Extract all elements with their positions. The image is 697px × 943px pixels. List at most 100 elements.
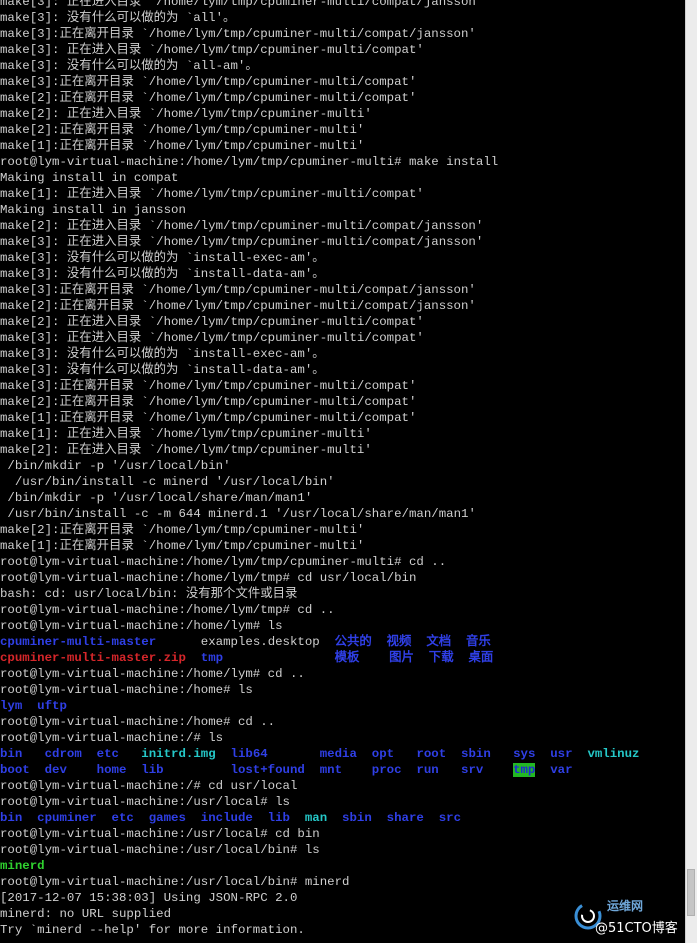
ls-entry: initrd.img: [141, 747, 216, 761]
terminal-line: root@lym-virtual-machine:/usr/local/bin#…: [0, 874, 686, 890]
ls-entry: 公共的 视频 文档 音乐: [334, 635, 491, 649]
terminal-line: root@lym-virtual-machine:/usr/local# ls: [0, 794, 686, 810]
terminal-line: make[3]: 正在进入目录 `/home/lym/tmp/cpuminer-…: [0, 42, 686, 58]
terminal-text: make[1]:正在离开目录 `/home/lym/tmp/cpuminer-m…: [0, 411, 417, 425]
terminal-text: root@lym-virtual-machine:/home/lym# ls: [0, 619, 283, 633]
terminal-line: root@lym-virtual-machine:/home/lym/tmp/c…: [0, 554, 686, 570]
terminal-line: root@lym-virtual-machine:/home/lym/tmp# …: [0, 602, 686, 618]
terminal-line: cpuminer-multi-master.zip tmp 模板 图片 下载 桌…: [0, 650, 686, 666]
terminal-line: /bin/mkdir -p '/usr/local/share/man/man1…: [0, 490, 686, 506]
terminal-text: root@lym-virtual-machine:/home/lym/tmp/c…: [0, 155, 499, 169]
terminal-line: make[3]:正在离开目录 `/home/lym/tmp/cpuminer-m…: [0, 26, 686, 42]
terminal-line: root@lym-virtual-machine:/home/lym# ls: [0, 618, 686, 634]
terminal-text: make[2]: 正在进入目录 `/home/lym/tmp/cpuminer-…: [0, 107, 372, 121]
ls-entry: cpuminer-multi-master: [0, 635, 157, 649]
terminal-text: make[2]:正在离开目录 `/home/lym/tmp/cpuminer-m…: [0, 91, 417, 105]
terminal-line: make[2]:正在离开目录 `/home/lym/tmp/cpuminer-m…: [0, 122, 686, 138]
terminal-text: make[3]: 正在进入目录 `/home/lym/tmp/cpuminer-…: [0, 235, 484, 249]
terminal-text: make[3]: 没有什么可以做的为 `all'。: [0, 11, 236, 25]
terminal-text: /bin/mkdir -p '/usr/local/bin': [0, 459, 231, 473]
terminal-text: make[3]: 没有什么可以做的为 `install-data-am'。: [0, 363, 325, 377]
terminal-line: make[1]:正在离开目录 `/home/lym/tmp/cpuminer-m…: [0, 538, 686, 554]
ls-entry: vmlinuz: [587, 747, 640, 761]
terminal-line: lym uftp: [0, 698, 686, 714]
terminal-line: Making install in jansson: [0, 202, 686, 218]
terminal-line: make[3]:正在离开目录 `/home/lym/tmp/cpuminer-m…: [0, 74, 686, 90]
terminal-text: make[2]: 正在进入目录 `/home/lym/tmp/cpuminer-…: [0, 219, 484, 233]
terminal-line: make[2]:正在离开目录 `/home/lym/tmp/cpuminer-m…: [0, 394, 686, 410]
terminal-text: root@lym-virtual-machine:/# cd usr/local: [0, 779, 298, 793]
terminal-text: make[2]:正在离开目录 `/home/lym/tmp/cpuminer-m…: [0, 123, 365, 137]
terminal-line: make[3]: 没有什么可以做的为 `install-data-am'。: [0, 362, 686, 378]
watermark-site: 运维网: [607, 899, 644, 913]
ls-entry: bin cpuminer etc games include lib: [0, 811, 305, 825]
terminal-line: root@lym-virtual-machine:/home# cd ..: [0, 714, 686, 730]
ls-entry: 模板 图片 下载 桌面: [334, 651, 494, 665]
ls-entry: tmp: [513, 763, 536, 777]
terminal-text: root@lym-virtual-machine:/home/lym/tmp# …: [0, 603, 335, 617]
terminal-line: root@lym-virtual-machine:/# ls: [0, 730, 686, 746]
terminal-line: root@lym-virtual-machine:/# cd usr/local: [0, 778, 686, 794]
terminal-line: make[3]: 没有什么可以做的为 `install-exec-am'。: [0, 346, 686, 362]
terminal-line: bash: cd: usr/local/bin: 没有那个文件或目录: [0, 586, 686, 602]
terminal-line: boot dev home lib lost+found mnt proc ru…: [0, 762, 686, 778]
terminal-text: make[2]: 正在进入目录 `/home/lym/tmp/cpuminer-…: [0, 315, 424, 329]
terminal-text: make[3]: 没有什么可以做的为 `install-data-am'。: [0, 267, 325, 281]
terminal-text: /usr/bin/install -c minerd '/usr/local/b…: [0, 475, 335, 489]
terminal-text: bash: cd: usr/local/bin: 没有那个文件或目录: [0, 587, 298, 601]
terminal-text: [2017-12-07 15:38:03] Using JSON-RPC 2.0: [0, 891, 298, 905]
terminal-line: make[1]: 正在进入目录 `/home/lym/tmp/cpuminer-…: [0, 186, 686, 202]
terminal-line: make[2]: 正在进入目录 `/home/lym/tmp/cpuminer-…: [0, 218, 686, 234]
terminal-text: Making install in jansson: [0, 203, 186, 217]
terminal-text: make[3]: 没有什么可以做的为 `all-am'。: [0, 59, 258, 73]
terminal-line: minerd: [0, 858, 686, 874]
terminal-line: bin cdrom etc initrd.img lib64 media opt…: [0, 746, 686, 762]
terminal-text: make[1]: 正在进入目录 `/home/lym/tmp/cpuminer-…: [0, 427, 372, 441]
vertical-scrollbar[interactable]: [685, 0, 697, 943]
terminal-line: make[1]:正在离开目录 `/home/lym/tmp/cpuminer-m…: [0, 138, 686, 154]
terminal-text: make[1]:正在离开目录 `/home/lym/tmp/cpuminer-m…: [0, 139, 365, 153]
terminal-text: make[2]:正在离开目录 `/home/lym/tmp/cpuminer-m…: [0, 395, 417, 409]
terminal-line: make[2]:正在离开目录 `/home/lym/tmp/cpuminer-m…: [0, 90, 686, 106]
terminal-text: root@lym-virtual-machine:/home/lym# cd .…: [0, 667, 305, 681]
terminal-text: /usr/bin/install -c -m 644 minerd.1 '/us…: [0, 507, 476, 521]
terminal-line: make[3]: 正在进入目录 `/home/lym/tmp/cpuminer-…: [0, 330, 686, 346]
terminal-text: make[2]:正在离开目录 `/home/lym/tmp/cpuminer-m…: [0, 523, 365, 537]
terminal-text: make[3]:正在离开目录 `/home/lym/tmp/cpuminer-m…: [0, 379, 417, 393]
terminal-line: /bin/mkdir -p '/usr/local/bin': [0, 458, 686, 474]
ls-entry: man: [304, 811, 328, 825]
terminal-text: root@lym-virtual-machine:/usr/local# ls: [0, 795, 290, 809]
terminal-text: make[3]:正在离开目录 `/home/lym/tmp/cpuminer-m…: [0, 283, 476, 297]
terminal-line: make[3]: 没有什么可以做的为 `install-data-am'。: [0, 266, 686, 282]
terminal-line: make[3]:正在离开目录 `/home/lym/tmp/cpuminer-m…: [0, 282, 686, 298]
terminal-line: Making install in compat: [0, 170, 686, 186]
ls-entry: bin cdrom etc: [0, 747, 142, 761]
terminal-line: make[3]:正在离开目录 `/home/lym/tmp/cpuminer-m…: [0, 378, 686, 394]
terminal-text: root@lym-virtual-machine:/usr/local# cd …: [0, 827, 320, 841]
terminal-line: make[2]:正在离开目录 `/home/lym/tmp/cpuminer-m…: [0, 298, 686, 314]
terminal-line: cpuminer-multi-master examples.desktop 公…: [0, 634, 686, 650]
terminal-line: root@lym-virtual-machine:/home/lym/tmp/c…: [0, 154, 686, 170]
terminal-text: make[1]: 正在进入目录 `/home/lym/tmp/cpuminer-…: [0, 187, 424, 201]
scrollbar-thumb[interactable]: [687, 869, 695, 916]
terminal-text: make[3]: 正在进入目录 `/home/lym/tmp/cpuminer-…: [0, 43, 424, 57]
terminal-text: root@lym-virtual-machine:/home/lym/tmp# …: [0, 571, 417, 585]
terminal-line: root@lym-virtual-machine:/home/lym/tmp# …: [0, 570, 686, 586]
ls-entry: minerd: [0, 859, 45, 873]
terminal-text: root@lym-virtual-machine:/home# ls: [0, 683, 253, 697]
terminal-line: make[2]: 正在进入目录 `/home/lym/tmp/cpuminer-…: [0, 106, 686, 122]
terminal-line: make[3]: 没有什么可以做的为 `all'。: [0, 10, 686, 26]
watermark-brand: @51CTO博客: [595, 921, 678, 936]
watermark: 运维网 @51CTO博客: [573, 897, 683, 937]
terminal-line: make[1]: 正在进入目录 `/home/lym/tmp/cpuminer-…: [0, 426, 686, 442]
terminal-line: make[2]:正在离开目录 `/home/lym/tmp/cpuminer-m…: [0, 522, 686, 538]
terminal-text: root@lym-virtual-machine:/home/lym/tmp/c…: [0, 555, 447, 569]
ls-entry: sbin share src: [342, 811, 462, 825]
terminal-text: root@lym-virtual-machine:/usr/local/bin#…: [0, 843, 320, 857]
terminal-output[interactable]: make[3]: 正在进入目录 `/home/lym/tmp/cpuminer-…: [0, 0, 686, 943]
terminal-line: /usr/bin/install -c -m 644 minerd.1 '/us…: [0, 506, 686, 522]
terminal-text: make[3]: 没有什么可以做的为 `install-exec-am'。: [0, 347, 325, 361]
